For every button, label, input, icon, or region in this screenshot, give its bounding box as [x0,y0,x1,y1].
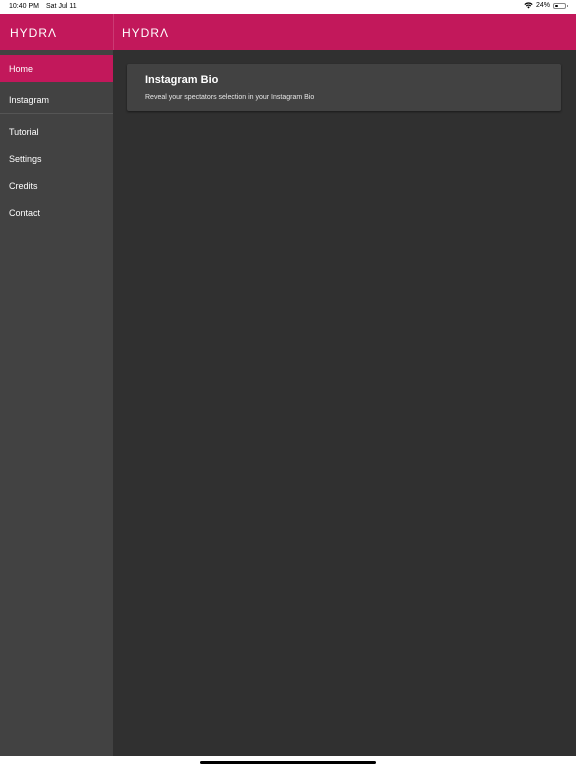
sidebar: Home Instagram Tutorial Settings Credits… [0,50,113,756]
sidebar-item-label: Tutorial [9,126,39,137]
card-subtitle: Reveal your spectators selection in your… [145,94,315,101]
sidebar-item-label: Instagram [9,94,50,105]
main-content: Instagram Bio Reveal your spectators sel… [113,50,576,756]
home-bar-area [0,756,576,768]
sidebar-item-label: Credits [9,180,38,191]
sidebar-item-label: Contact [9,207,41,218]
status-indicators: 24% [524,2,568,9]
sidebar-item-label: Home [9,63,34,74]
sidebar-item-settings[interactable]: Settings [0,145,113,172]
sidebar-item-label: Settings [9,153,42,164]
sidebar-item-contact[interactable]: Contact [0,199,113,226]
sidebar-item-home[interactable]: Home [0,55,113,82]
wifi-icon [524,2,533,9]
header-divider [113,14,114,50]
status-time: 10:40 PM [9,3,39,10]
battery-icon [553,2,568,9]
home-indicator[interactable] [200,761,376,764]
sidebar-divider [0,113,113,114]
sidebar-item-credits[interactable]: Credits [0,172,113,199]
battery-percent: 24% [535,2,550,9]
card-title: Instagram Bio [145,74,219,86]
instagram-bio-card[interactable]: Instagram Bio Reveal your spectators sel… [127,64,561,111]
toolbar-logo: HYDRΛ [122,26,170,40]
sidebar-item-instagram[interactable]: Instagram [0,86,113,113]
app-header: HYDRΛ HYDRΛ [0,14,576,50]
status-bar: 10:40 PM Sat Jul 11 24% [0,0,576,14]
sidebar-logo: HYDRΛ [10,26,58,40]
sidebar-item-tutorial[interactable]: Tutorial [0,118,113,145]
status-date: Sat Jul 11 [46,3,77,10]
